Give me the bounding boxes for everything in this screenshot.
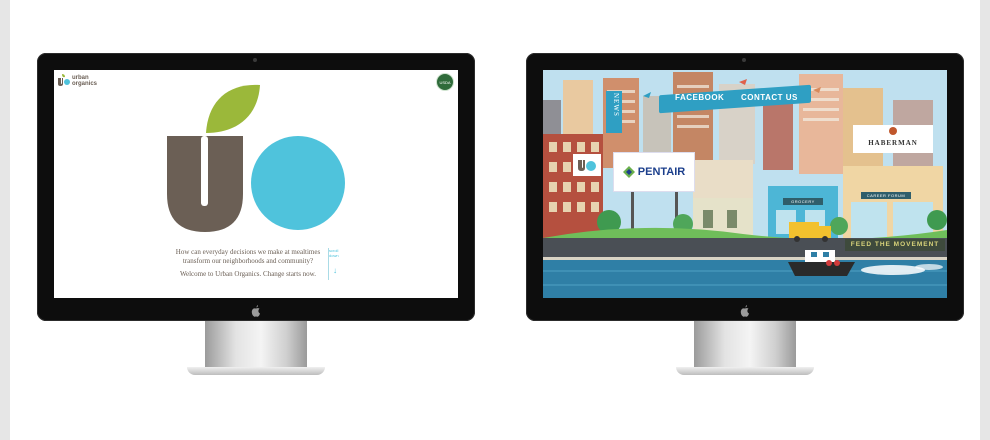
camera-icon [742, 58, 746, 62]
seal-text: USDA [439, 79, 451, 85]
site-logo[interactable]: urban organics [58, 74, 97, 87]
monitor-stand [205, 321, 307, 371]
pentair-logo-icon [622, 166, 635, 178]
leaf-icon [206, 84, 260, 133]
logo-text-line2: organics [72, 80, 98, 87]
monitor-stand-base [676, 367, 814, 375]
nav-link-facebook[interactable]: FACEBOOK [675, 93, 724, 102]
apple-logo-icon [251, 305, 260, 317]
apple-logo-icon [740, 305, 749, 317]
scroll-text: scroll down [329, 248, 339, 258]
monitor-stand-base [187, 367, 325, 375]
logo-letter-o-icon [251, 136, 345, 230]
top-nav-banner: FACEBOOK CONTACT US [659, 84, 811, 114]
logo-mark-icon [578, 160, 596, 171]
grocery-sign[interactable]: GROCERY [783, 198, 823, 205]
screen-urban-organics-home: urban organics USDA How can everyday dec… [54, 70, 458, 298]
news-sign-label: NEWS [612, 93, 620, 117]
haberman-badge-icon [889, 127, 897, 135]
monitor-stand [694, 321, 796, 371]
haberman-label: HABERMAN [868, 139, 918, 147]
pentair-label: PENTAIR [637, 166, 686, 178]
tagline-welcome: Welcome to Urban Organics. Change starts… [179, 270, 317, 278]
logo-mark-icon [58, 74, 70, 87]
scroll-arrow-icon: ↓ [333, 266, 337, 275]
news-sign[interactable]: NEWS [606, 91, 622, 133]
camera-icon [253, 58, 257, 62]
pentair-billboard[interactable]: PENTAIR [613, 152, 695, 192]
tagline-question: How can everyday decisions we make at me… [175, 248, 321, 265]
shop-sign[interactable]: CAREER FORUM [861, 192, 911, 199]
page-canvas: urban organics USDA How can everyday dec… [10, 0, 980, 440]
urban-organics-building-logo[interactable] [573, 154, 601, 176]
nav-link-contact-us[interactable]: CONTACT US [741, 93, 798, 102]
haberman-billboard[interactable]: HABERMAN [853, 125, 933, 153]
logo-letter-u-icon [167, 136, 243, 232]
screen-city-illustration: NEWS FACEBOOK CONTACT US PENTAIR HABERMA… [543, 70, 947, 298]
scroll-down-cue[interactable]: scroll down ↓ [328, 248, 341, 280]
feed-the-movement-banner[interactable]: FEED THE MOVEMENT [845, 239, 945, 251]
usda-organic-seal-icon: USDA [436, 73, 454, 91]
tagline: How can everyday decisions we make at me… [168, 248, 328, 284]
